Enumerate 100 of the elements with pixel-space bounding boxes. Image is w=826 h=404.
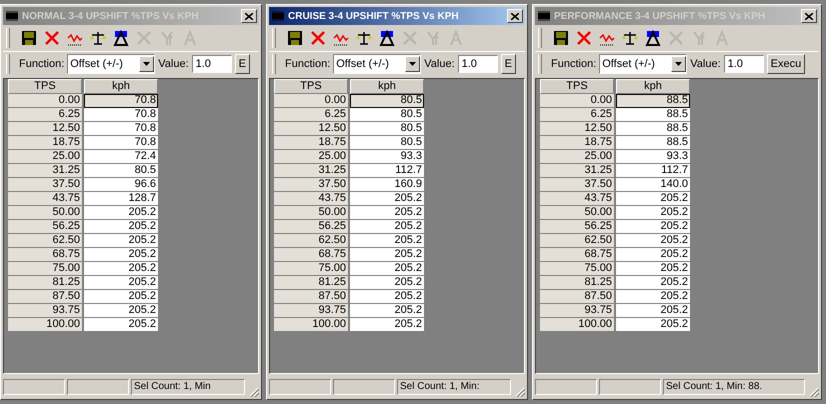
table-cell[interactable]: 205.2 — [84, 234, 158, 248]
table-cell[interactable]: 70.8 — [84, 136, 158, 150]
column-header[interactable]: TPS — [274, 79, 348, 94]
row-header: 81.25 — [274, 276, 348, 290]
toolbar-button[interactable] — [551, 28, 571, 48]
row-header: 50.00 — [540, 206, 614, 220]
table-cell[interactable]: 112.7 — [350, 164, 424, 178]
value-field[interactable]: 1.0 — [192, 55, 232, 73]
table-cell[interactable]: 205.2 — [616, 220, 690, 234]
resize-grip-icon — [807, 385, 819, 397]
row-header: 0.00 — [8, 94, 82, 108]
table-cell[interactable]: 88.5 — [616, 122, 690, 136]
table-cell[interactable]: 205.2 — [84, 262, 158, 276]
table-cell[interactable]: 205.2 — [616, 234, 690, 248]
row-header: 68.75 — [8, 248, 82, 262]
table-cell[interactable]: 160.9 — [350, 178, 424, 192]
column-header[interactable]: TPS — [540, 79, 614, 94]
toolbar-button[interactable] — [111, 28, 131, 48]
column-header[interactable]: TPS — [8, 79, 82, 94]
row-header: 93.75 — [540, 304, 614, 318]
function-dropdown[interactable]: Offset (+/-) — [333, 54, 422, 74]
table-cell[interactable]: 205.2 — [616, 248, 690, 262]
table-cell[interactable]: 205.2 — [616, 276, 690, 290]
function-dropdown[interactable]: Offset (+/-) — [67, 54, 156, 74]
row-header: 56.25 — [540, 220, 614, 234]
table-cell[interactable]: 205.2 — [616, 262, 690, 276]
close-button[interactable] — [801, 9, 817, 23]
table-cell[interactable]: 70.8 — [84, 94, 158, 108]
row-header: 25.00 — [8, 150, 82, 164]
table-cell[interactable]: 80.5 — [350, 136, 424, 150]
table-cell[interactable]: 128.7 — [84, 192, 158, 206]
toolbar-button[interactable] — [285, 28, 305, 48]
execute-button[interactable]: Execu — [766, 54, 806, 74]
table-cell[interactable]: 80.5 — [350, 94, 424, 108]
table-cell[interactable]: 205.2 — [84, 206, 158, 220]
close-button[interactable] — [507, 9, 523, 23]
column-header[interactable]: kph — [616, 79, 690, 94]
close-button[interactable] — [241, 9, 257, 23]
table-cell[interactable]: 205.2 — [84, 290, 158, 304]
table-cell[interactable]: 205.2 — [350, 248, 424, 262]
table-cell[interactable]: 205.2 — [84, 220, 158, 234]
table-cell[interactable]: 205.2 — [350, 276, 424, 290]
toolbar-button[interactable] — [19, 28, 39, 48]
a-letter-icon — [182, 30, 198, 46]
execute-button[interactable]: E — [500, 54, 516, 74]
table-cell[interactable]: 205.2 — [350, 234, 424, 248]
value-label: Value: — [424, 58, 455, 70]
table-cell[interactable]: 205.2 — [350, 290, 424, 304]
execute-button[interactable]: E — [234, 54, 250, 74]
row-header: 93.75 — [8, 304, 82, 318]
row-header: 37.50 — [8, 178, 82, 192]
column-header[interactable]: kph — [350, 79, 424, 94]
row-header: 62.50 — [8, 234, 82, 248]
table-cell[interactable]: 205.2 — [350, 304, 424, 318]
resize-grip-icon — [513, 385, 525, 397]
table-cell[interactable]: 80.5 — [350, 108, 424, 122]
table-cell[interactable]: 205.2 — [350, 220, 424, 234]
triangle-icon — [645, 30, 661, 46]
table-cell[interactable]: 205.2 — [616, 290, 690, 304]
table-cell[interactable]: 205.2 — [616, 304, 690, 318]
value-field[interactable]: 1.0 — [458, 55, 498, 73]
table-cell[interactable]: 205.2 — [84, 276, 158, 290]
row-header: 93.75 — [274, 304, 348, 318]
table-cell[interactable]: 205.2 — [84, 248, 158, 262]
table-cell[interactable]: 88.5 — [616, 94, 690, 108]
table-cell[interactable]: 70.8 — [84, 108, 158, 122]
function-dropdown[interactable]: Offset (+/-) — [599, 54, 688, 74]
table-cell[interactable]: 140.0 — [616, 178, 690, 192]
table-cell[interactable]: 72.4 — [84, 150, 158, 164]
table-cell[interactable]: 80.5 — [350, 122, 424, 136]
row-header: 56.25 — [8, 220, 82, 234]
table-cell[interactable]: 205.2 — [84, 318, 158, 332]
value-field[interactable]: 1.0 — [724, 55, 764, 73]
table-cell[interactable]: 205.2 — [616, 192, 690, 206]
table-cell[interactable]: 205.2 — [616, 206, 690, 220]
table-cell[interactable]: 88.5 — [616, 136, 690, 150]
y-arrow-icon — [691, 30, 707, 46]
toolbar-button[interactable] — [643, 28, 663, 48]
table-cell[interactable]: 205.2 — [350, 192, 424, 206]
column-header[interactable]: kph — [84, 79, 158, 94]
table-cell[interactable]: 70.8 — [84, 122, 158, 136]
x-mark-icon — [310, 30, 326, 46]
table-cell[interactable]: 205.2 — [350, 262, 424, 276]
status-text: Sel Count: 1, Min: — [397, 379, 511, 395]
row-header: 31.25 — [274, 164, 348, 178]
row-header: 6.25 — [540, 108, 614, 122]
table-cell[interactable]: 96.6 — [84, 178, 158, 192]
table-cell[interactable]: 205.2 — [350, 318, 424, 332]
chip-icon — [537, 11, 551, 21]
table-cell[interactable]: 112.7 — [616, 164, 690, 178]
x-mark-icon — [576, 30, 592, 46]
table-cell[interactable]: 205.2 — [84, 304, 158, 318]
table-cell[interactable]: 93.3 — [350, 150, 424, 164]
table-cell[interactable]: 88.5 — [616, 108, 690, 122]
toolbar-button[interactable] — [377, 28, 397, 48]
table-cell[interactable]: 93.3 — [616, 150, 690, 164]
y-arrow-icon — [159, 30, 175, 46]
table-cell[interactable]: 205.2 — [350, 206, 424, 220]
table-cell[interactable]: 80.5 — [84, 164, 158, 178]
table-cell[interactable]: 205.2 — [616, 318, 690, 332]
